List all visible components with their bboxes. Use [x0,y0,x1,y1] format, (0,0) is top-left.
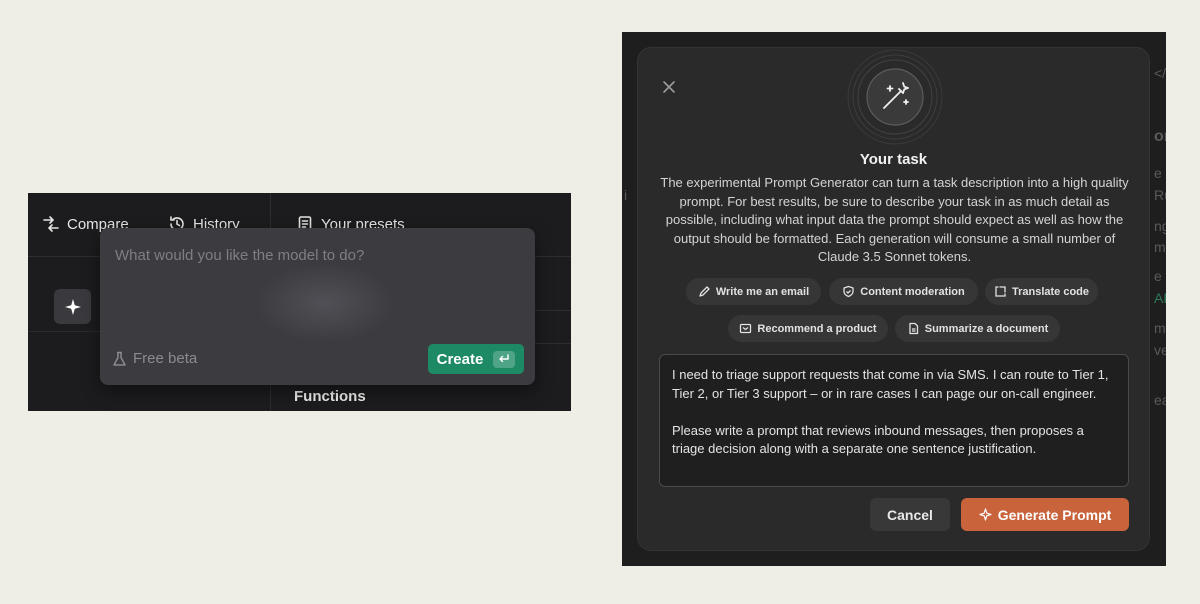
free-beta-text: Free beta [133,350,198,367]
background-text: </ [1154,65,1166,81]
tag-icon [740,323,752,334]
chip-recommend-product[interactable]: Recommend a product [728,315,888,342]
modal-description: The experimental Prompt Generator can tu… [660,175,1129,264]
cancel-label: Cancel [887,506,933,523]
background-text: e [1154,165,1162,181]
background-text: AR [1154,290,1166,306]
chip-label: Summarize a document [924,322,1049,335]
generate-label: Generate Prompt [997,506,1112,523]
background-text: ea [1154,392,1166,408]
sparkle-icon [64,298,81,315]
prompt-generator-modal: Your task The experimental Prompt Genera… [637,47,1150,551]
flask-icon [113,351,126,366]
modal-title: Your task [859,151,928,168]
free-beta-label: Free beta [112,350,197,367]
generate-sparkle-button[interactable] [54,289,91,324]
pen-icon [699,286,710,297]
enter-key-icon [493,350,516,368]
prompt-generator-screenshot: </ or e Ru ng me e v AR m ver ea i Your … [622,32,1166,566]
chip-translate-code[interactable]: Translate code [985,278,1098,305]
sparkle-icon [979,508,992,521]
prompt-generator-popup: What would you like the model to do? Fre… [100,228,535,385]
task-input-placeholder[interactable]: What would you like the model to do? [115,247,364,264]
workbench-snippet: Compare History Your presets Functions W… [28,193,571,411]
background-text: i [624,187,628,203]
chip-write-email[interactable]: Write me an email [686,278,821,305]
background-text: m [1154,320,1166,336]
generate-prompt-button[interactable]: Generate Prompt [961,498,1129,531]
background-text: Ru [1154,187,1166,203]
chip-label: Translate code [1011,285,1090,298]
magic-wand-badge-icon [847,49,943,145]
background-text: ver [1154,342,1166,358]
create-label: Create [436,350,484,368]
cancel-button[interactable]: Cancel [870,498,950,531]
chip-label: Recommend a product [757,322,877,335]
background-text: me [1154,239,1166,255]
functions-heading: Functions [294,388,366,405]
background-text: ng [1154,218,1166,234]
close-icon[interactable] [661,79,677,95]
document-icon [909,322,918,335]
task-description-textarea[interactable]: I need to triage support requests that c… [659,354,1129,487]
chip-summarize-document[interactable]: Summarize a document [895,315,1060,342]
background-text: or [1154,128,1166,145]
chip-content-moderation[interactable]: Content moderation [829,278,978,305]
compare-arrows-icon [43,216,59,232]
chip-label: Content moderation [860,285,965,298]
create-button[interactable]: Create [428,344,524,374]
code-icon [995,286,1006,297]
chip-label: Write me an email [715,285,810,298]
shield-icon [843,285,854,298]
background-text: e v [1154,268,1166,284]
